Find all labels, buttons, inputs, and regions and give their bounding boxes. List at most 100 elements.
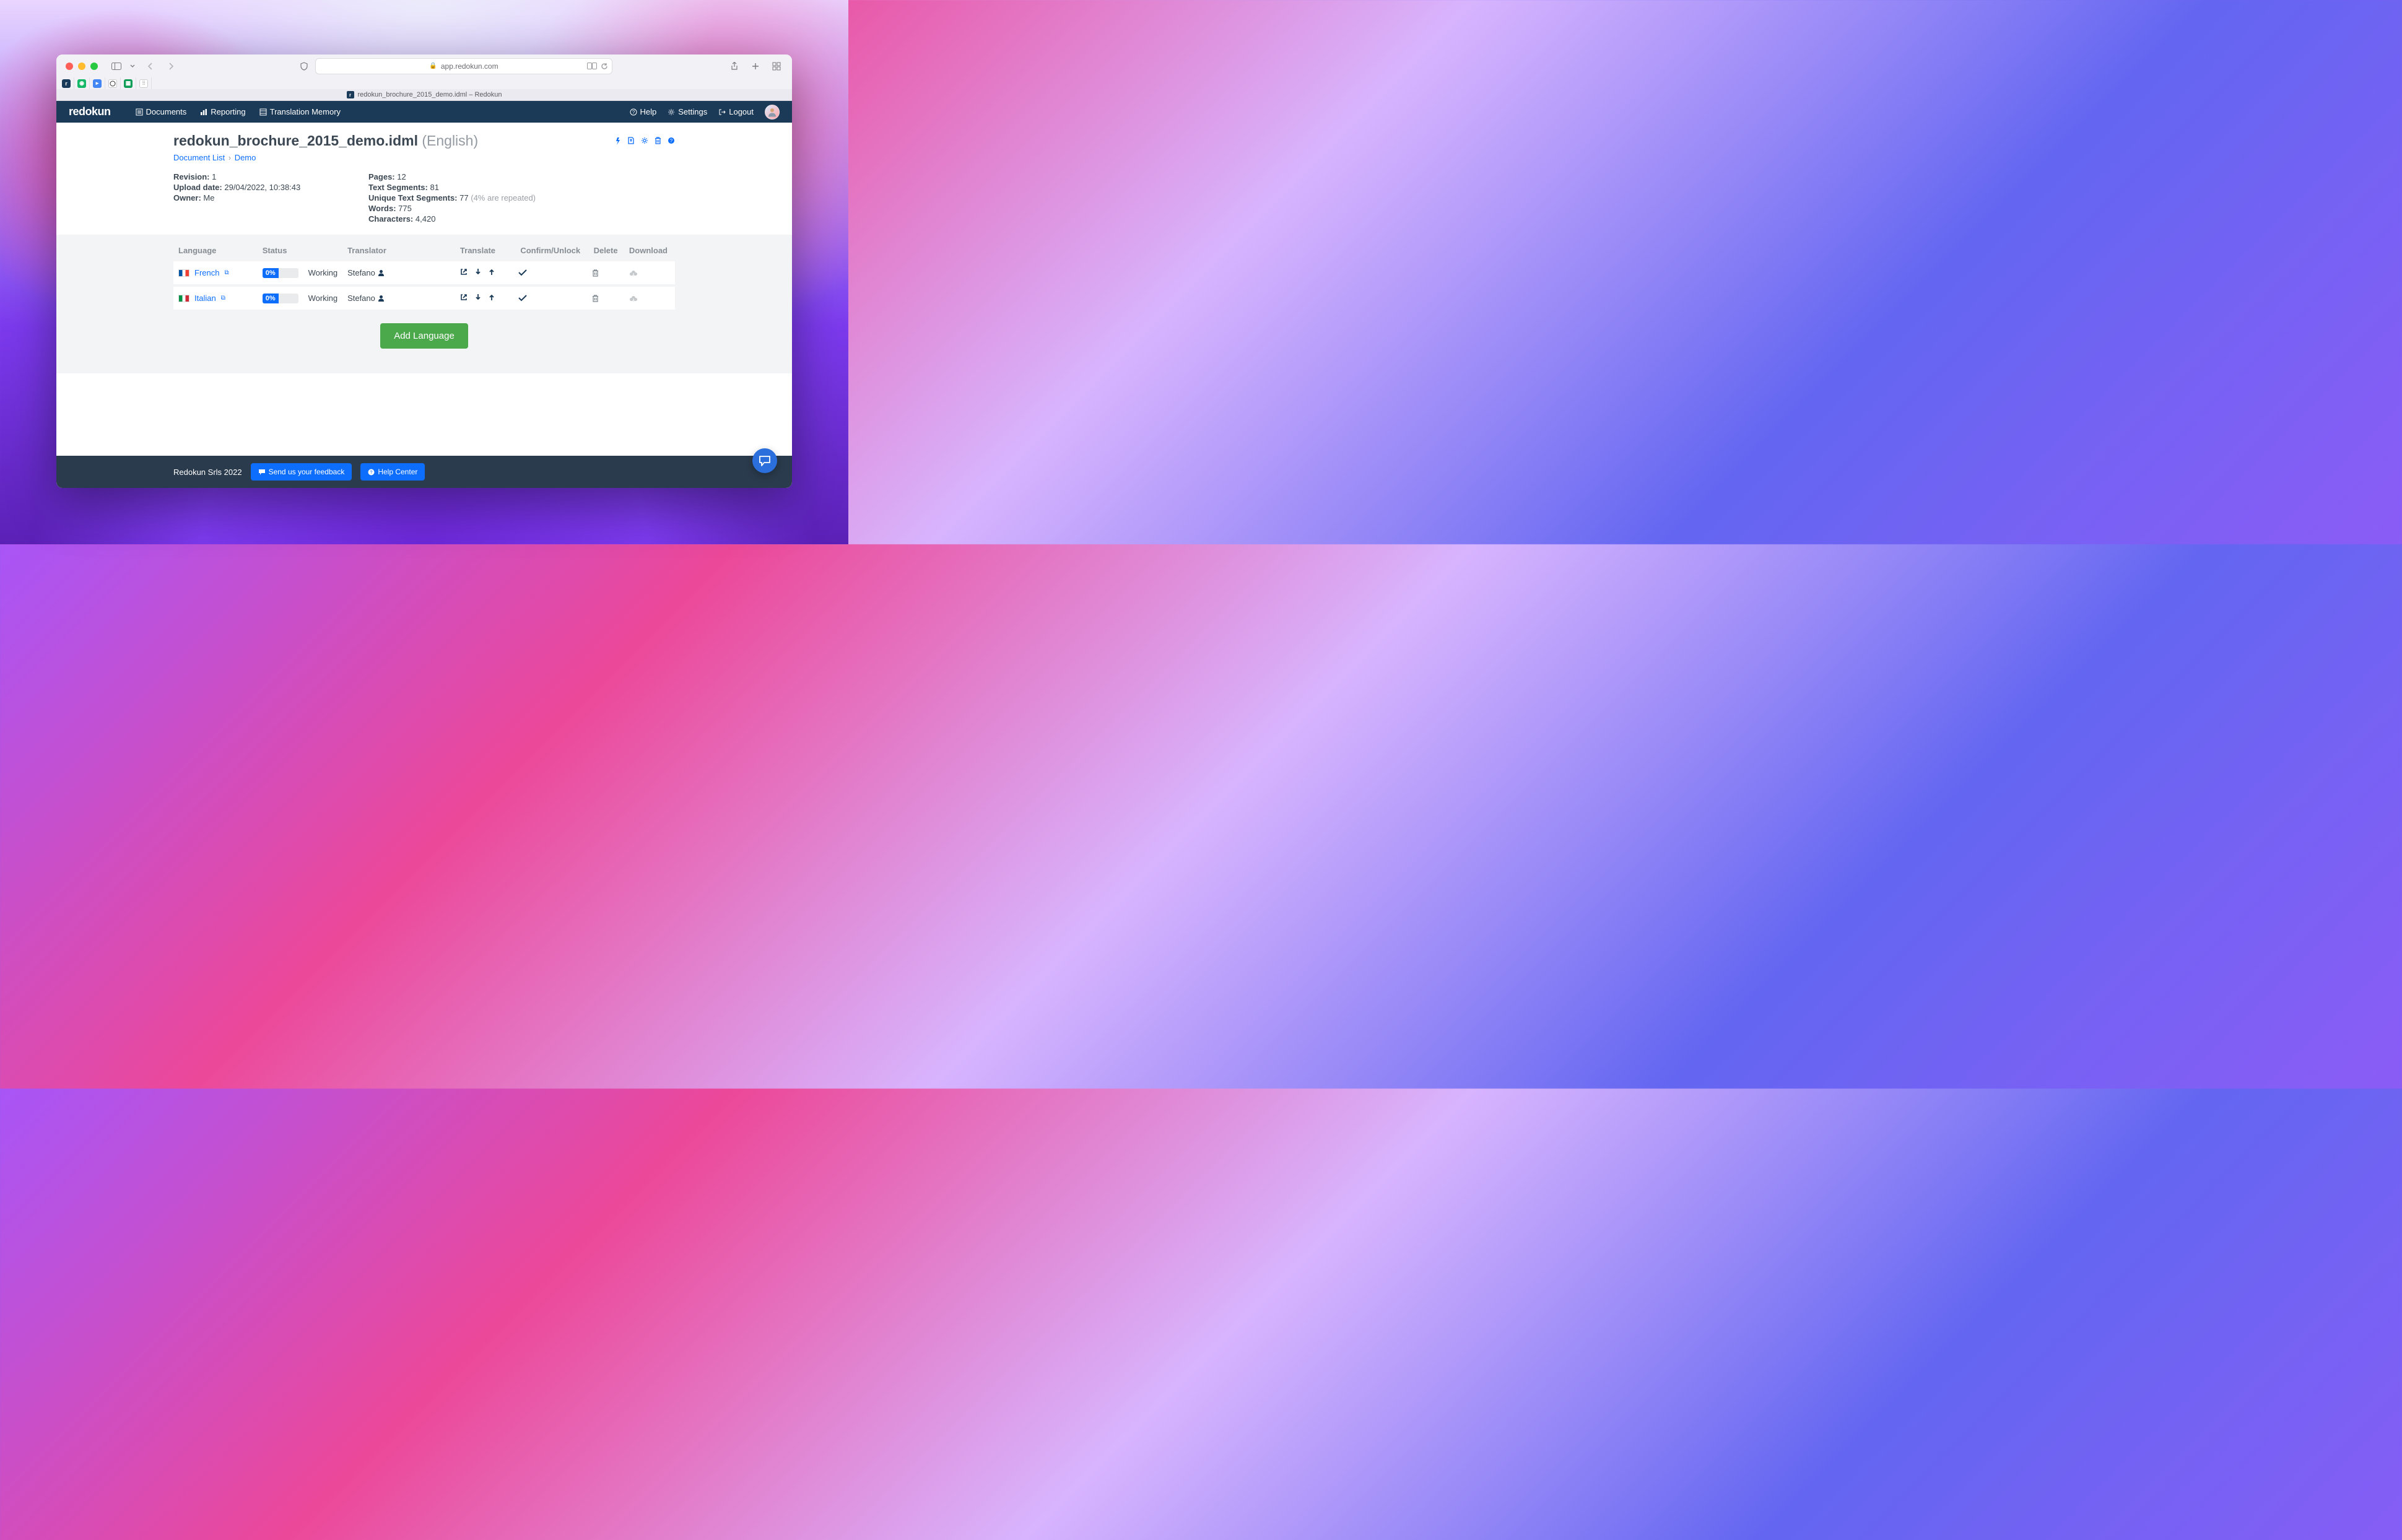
chat-widget-button[interactable] [752,448,777,473]
doc-settings-icon[interactable] [641,137,648,146]
table-row: Italian⧉0%WorkingStefano [173,285,675,311]
gear-icon [668,108,675,116]
delete-icon[interactable] [592,269,619,277]
doc-help-icon[interactable]: ? [668,137,675,146]
browser-chrome: 🔒 app.redokun.com r ◉ ▸ ▦ ⫶⫶ r [56,54,792,101]
add-language-button[interactable]: Add Language [380,323,468,349]
open-editor-icon[interactable] [460,294,468,301]
upload-arrow-icon[interactable] [489,294,495,301]
upload-arrow-icon[interactable] [489,268,495,276]
new-tab-icon[interactable] [749,60,762,72]
favorite-6[interactable]: ⫶⫶ [136,77,152,89]
feedback-button[interactable]: Send us your feedback [251,463,352,481]
svg-text:?: ? [632,110,635,115]
user-avatar[interactable] [765,105,780,120]
col-download: Download [624,246,675,261]
lock-icon: 🔒 [429,63,437,69]
translator-cell: Stefano [347,268,437,277]
svg-text:?: ? [670,138,673,144]
browser-window: 🔒 app.redokun.com r ◉ ▸ ▦ ⫶⫶ r [56,54,792,488]
breadcrumb-leaf[interactable]: Demo [235,153,256,162]
chart-icon [200,108,207,116]
translate-actions [460,294,495,301]
page-header: redokun_brochure_2015_demo.idml (English… [173,123,675,235]
nav-help[interactable]: ? Help [630,107,657,116]
nav-logout[interactable]: Logout [718,107,754,116]
language-link[interactable]: French⧉ [178,268,253,277]
favorite-3[interactable]: ▸ [90,77,105,89]
status-text: Working [303,261,342,285]
download-arrow-icon[interactable] [475,268,481,276]
pretranslate-icon[interactable] [615,137,621,146]
share-icon[interactable] [728,60,741,72]
doc-delete-icon[interactable] [655,137,661,146]
download-icon[interactable] [629,269,668,277]
footer-copyright: Redokun Srls 2022 [173,468,242,477]
breadcrumb-root[interactable]: Document List [173,153,225,162]
breadcrumb: Document List › Demo [173,153,675,162]
favorite-1[interactable]: r [59,77,74,89]
col-translate: Translate [442,246,513,261]
col-status: Status [258,246,342,261]
traffic-lights [66,63,98,70]
title-actions: ? [615,137,675,146]
app-content: redokun Documents Reporting Translation … [56,101,792,488]
upload-revision-icon[interactable] [627,137,635,146]
helpcenter-button[interactable]: ? Help Center [360,463,425,481]
nav-reporting[interactable]: Reporting [200,107,245,116]
flag-icon [178,295,189,302]
favorite-5[interactable]: ▦ [121,77,136,89]
shield-icon[interactable] [298,60,310,72]
comment-icon [258,469,266,476]
col-delete: Delete [587,246,624,261]
user-icon [378,269,385,276]
url-text: app.redokun.com [441,62,498,71]
languages-table: Language Status Translator Translate Con… [173,246,675,312]
reload-icon[interactable] [601,63,608,70]
col-language: Language [173,246,258,261]
nav-documents[interactable]: Documents [136,107,187,116]
language-link[interactable]: Italian⧉ [178,294,253,303]
download-arrow-icon[interactable] [475,294,481,301]
open-editor-icon[interactable] [460,268,468,276]
brand-logo[interactable]: redokun [69,105,111,118]
memory-icon [259,108,267,116]
delete-icon[interactable] [592,295,619,302]
progress-badge: 0% [263,294,298,303]
col-confirm: Confirm/Unlock [513,246,587,261]
nav-forward-button[interactable] [165,60,177,72]
download-icon[interactable] [629,295,668,302]
nav-translation-memory[interactable]: Translation Memory [259,107,341,116]
favorite-4[interactable] [105,77,121,89]
tab-overview-icon[interactable] [770,60,783,72]
app-navbar: redokun Documents Reporting Translation … [56,101,792,123]
window-minimize-button[interactable] [78,63,85,70]
nav-settings[interactable]: Settings [668,107,707,116]
meta-right: Pages: 12 Text Segments: 81 Unique Text … [368,172,536,224]
help-icon: ? [630,108,637,116]
favorite-2[interactable]: ◉ [74,77,90,89]
window-zoom-button[interactable] [90,63,98,70]
browser-tab[interactable]: r redokun_brochure_2015_demo.idml – Redo… [56,89,792,100]
translate-actions [460,268,495,276]
sidebar-toggle[interactable] [110,60,139,72]
nav-back-button[interactable] [144,60,156,72]
user-icon [378,295,385,302]
documents-icon [136,108,143,116]
url-bar[interactable]: 🔒 app.redokun.com [315,58,612,74]
progress-badge: 0% [263,268,298,278]
favorites-bar: r ◉ ▸ ▦ ⫶⫶ [56,77,792,89]
logout-icon [718,108,726,116]
chevron-down-icon[interactable] [126,60,139,72]
app-footer: Redokun Srls 2022 Send us your feedback … [56,456,792,488]
browser-toolbar: 🔒 app.redokun.com [56,54,792,77]
table-row: French⧉ 0% Working Stefano [173,261,675,285]
confirm-icon[interactable] [518,295,582,302]
confirm-icon[interactable] [518,269,582,276]
window-close-button[interactable] [66,63,73,70]
col-translator: Translator [342,246,442,261]
translator-cell: Stefano [347,294,437,303]
external-link-icon: ⧉ [224,269,228,276]
reader-icon[interactable] [587,63,597,70]
external-link-icon: ⧉ [221,295,225,302]
